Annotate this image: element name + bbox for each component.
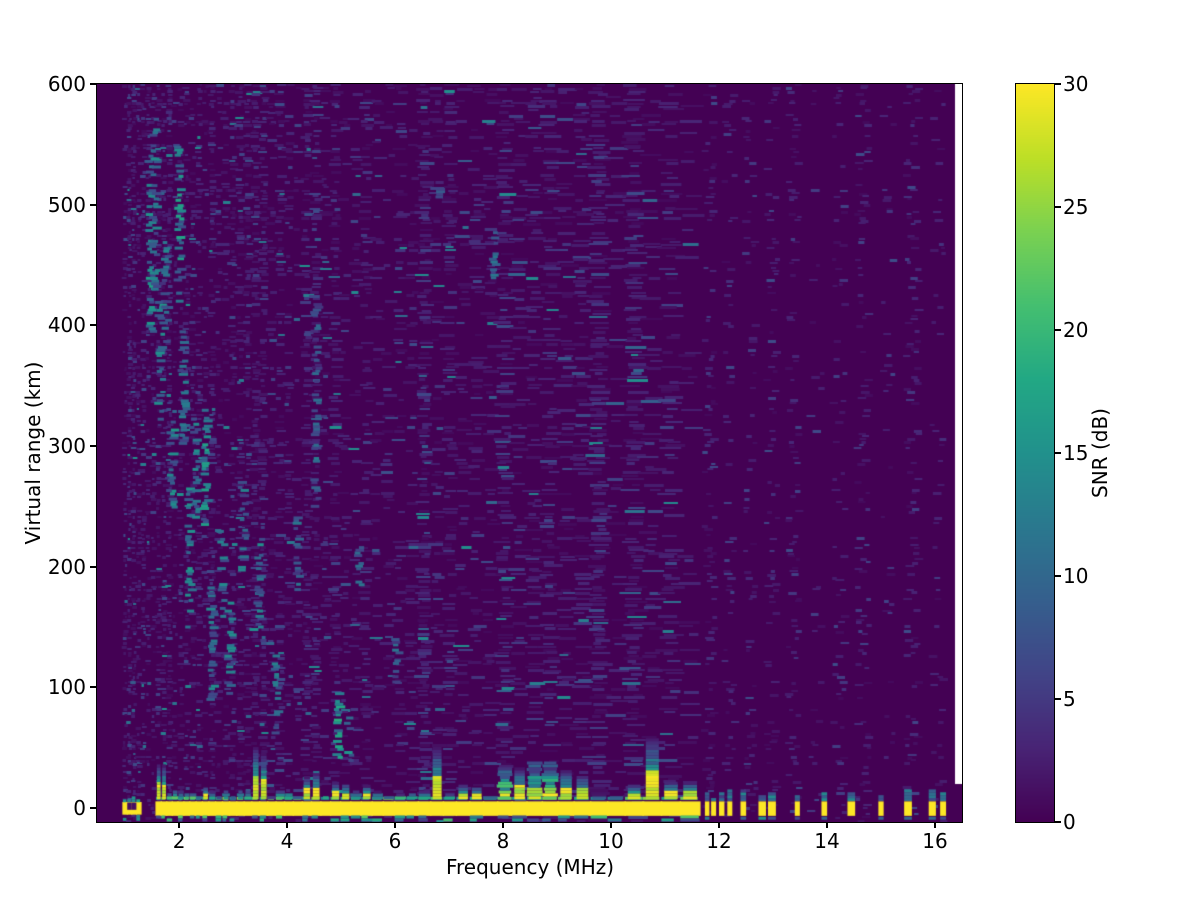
colorbar-tick-label: 30 [1063,72,1089,96]
colorbar-tick-label: 10 [1063,564,1089,588]
x-tick-mark [502,822,505,828]
y-tick-label: 200 [47,554,86,579]
colorbar-tick-mark [1055,821,1061,823]
y-tick-mark [90,686,96,689]
plot-area [96,83,963,823]
y-tick-mark [90,324,96,327]
colorbar-tick-mark [1055,575,1061,577]
colorbar-tick-mark [1055,206,1061,208]
colorbar-tick-mark [1055,452,1061,454]
x-tick-mark [718,822,721,828]
colorbar-tick-mark [1055,83,1061,85]
x-axis-label: Frequency (MHz) [445,855,615,879]
y-tick-label: 0 [73,796,86,820]
y-tick-label: 600 [47,72,86,96]
colorbar [1015,83,1055,823]
colorbar-tick-label: 20 [1063,318,1089,342]
x-tick-mark [826,822,828,828]
heatmap-canvas [97,84,962,822]
x-tick-label: 12 [706,829,732,853]
x-tick-label: 6 [388,829,402,853]
x-tick-label: 14 [814,829,840,853]
x-tick-mark [178,822,181,828]
x-tick-label: 16 [922,829,948,853]
colorbar-canvas [1016,84,1054,822]
ionogram-figure: IRF Uppsala SDR Ionosonde UP158 2026-02-… [0,0,1200,900]
y-tick-label: 300 [47,434,86,458]
colorbar-tick-label: 25 [1063,195,1089,219]
y-tick-label: 400 [47,313,86,338]
x-tick-mark [286,822,289,828]
y-tick-mark [90,565,96,568]
x-tick-label: 8 [496,829,510,853]
x-tick-mark [934,822,936,828]
y-tick-mark [90,445,96,447]
x-tick-label: 10 [598,829,624,853]
colorbar-tick-mark [1055,329,1061,331]
colorbar-tick-mark [1055,698,1061,700]
y-tick-mark [90,807,96,809]
colorbar-tick-label: 5 [1063,687,1076,711]
y-tick-mark [90,83,96,85]
y-tick-label: 100 [47,675,86,700]
x-tick-mark [394,822,397,828]
y-tick-mark [90,203,96,206]
colorbar-tick-label: 15 [1063,441,1089,465]
x-tick-mark [610,822,613,828]
x-tick-label: 2 [172,829,186,853]
y-tick-label: 500 [47,192,86,217]
x-tick-label: 4 [280,829,294,853]
colorbar-tick-label: 0 [1063,810,1076,834]
